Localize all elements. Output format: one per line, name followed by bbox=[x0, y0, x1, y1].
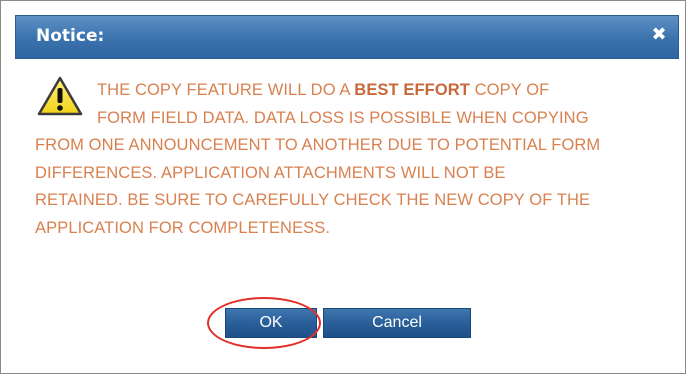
cancel-button[interactable]: Cancel bbox=[323, 308, 471, 338]
message-line: FORM FIELD DATA. DATA LOSS IS POSSIBLE W… bbox=[97, 108, 589, 127]
message-line: APPLICATION FOR COMPLETENESS. bbox=[35, 218, 331, 237]
message-line: THE COPY FEATURE WILL DO A BEST EFFORT C… bbox=[97, 81, 550, 99]
notice-dialog: Notice: ✖ THE COPY FEATURE WILL DO A BES… bbox=[0, 0, 686, 374]
dialog-title: Notice: bbox=[36, 26, 105, 46]
message-line: DIFFERENCES. APPLICATION ATTACHMENTS WIL… bbox=[35, 163, 506, 182]
close-icon[interactable]: ✖ bbox=[648, 24, 670, 46]
message-emphasis: BEST EFFORT bbox=[354, 81, 470, 99]
message-line: FROM ONE ANNOUNCEMENT TO ANOTHER DUE TO … bbox=[35, 136, 601, 155]
message-line: RETAINED. BE SURE TO CAREFULLY CHECK THE… bbox=[35, 191, 591, 210]
ok-button[interactable]: OK bbox=[225, 308, 317, 338]
notice-message: THE COPY FEATURE WILL DO A BEST EFFORT C… bbox=[35, 77, 671, 243]
dialog-titlebar[interactable]: Notice: ✖ bbox=[15, 15, 679, 59]
